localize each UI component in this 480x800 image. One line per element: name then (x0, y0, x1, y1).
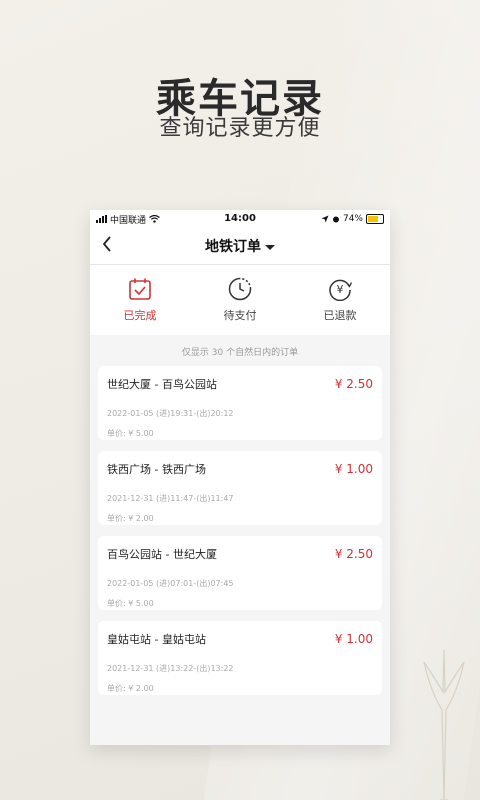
notice-text: 仅显示 30 个自然日内的订单 (181, 348, 299, 358)
order-route: 铁西广场 - 铁西广场 (107, 463, 206, 476)
order-unit-price: 单价: ¥ 2.00 (107, 684, 154, 693)
order-price: ¥ 1.00 (334, 462, 373, 476)
order-route: 世纪大厦 - 百鸟公园站 (107, 378, 217, 391)
promo-subtitle: 查询记录更方便 (159, 116, 321, 141)
tab-completed[interactable]: 已完成 (90, 265, 190, 335)
svg-text:¥: ¥ (337, 283, 344, 296)
order-type-dropdown[interactable]: 地铁订单 (90, 236, 390, 256)
order-route: 皇姑屯站 - 皇姑屯站 (107, 633, 206, 646)
tab-refunded[interactable]: ¥ 已退款 (290, 265, 390, 335)
order-price: ¥ 2.50 (334, 377, 373, 391)
order-card[interactable]: 世纪大厦 - 百鸟公园站 ¥ 2.50 2022-01-05 (进)19:31-… (98, 366, 382, 440)
status-bar: 中国联通 14:00 74% (90, 210, 390, 228)
order-unit-price: 单价: ¥ 5.00 (107, 599, 154, 608)
location-arrow-icon (321, 215, 329, 223)
tower-decoration-icon (423, 650, 465, 800)
order-unit-price: 单价: ¥ 2.00 (107, 514, 154, 523)
back-chevron-icon[interactable] (102, 234, 112, 258)
nav-title: 地铁订单 (205, 239, 261, 255)
order-card[interactable]: 百鸟公园站 - 世纪大厦 ¥ 2.50 2022-01-05 (进)07:01-… (98, 536, 382, 610)
order-price: ¥ 2.50 (334, 547, 373, 561)
order-times: 2022-01-05 (进)07:01-(出)07:45 (107, 579, 234, 588)
tab-pending-payment[interactable]: 待支付 (190, 265, 290, 335)
phone-screen: 中国联通 14:00 74% 地铁订单 已完成 待支付 ¥ 已退款 仅显示 30… (90, 210, 390, 745)
yuan-refund-icon: ¥ (329, 279, 352, 301)
order-unit-price: 单价: ¥ 5.00 (107, 429, 154, 438)
order-times: 2022-01-05 (进)19:31-(出)20:12 (107, 409, 234, 418)
nav-bar: 地铁订单 (90, 228, 390, 265)
order-card[interactable]: 皇姑屯站 - 皇姑屯站 ¥ 1.00 2021-12-31 (进)13:22-(… (98, 621, 382, 695)
alarm-icon (332, 216, 339, 223)
battery-percent: 74% (342, 214, 363, 224)
caret-down-icon (265, 244, 275, 250)
order-card[interactable]: 铁西广场 - 铁西广场 ¥ 1.00 2021-12-31 (进)11:47-(… (98, 451, 382, 525)
clock-icon (228, 277, 252, 301)
battery-icon (366, 214, 384, 224)
order-times: 2021-12-31 (进)11:47-(出)11:47 (107, 494, 234, 503)
order-price: ¥ 1.00 (334, 632, 373, 646)
calendar-check-icon (129, 278, 151, 300)
order-route: 百鸟公园站 - 世纪大厦 (107, 548, 217, 561)
order-status-tabs: 已完成 待支付 ¥ 已退款 (90, 265, 390, 335)
order-times: 2021-12-31 (进)13:22-(出)13:22 (107, 664, 234, 673)
